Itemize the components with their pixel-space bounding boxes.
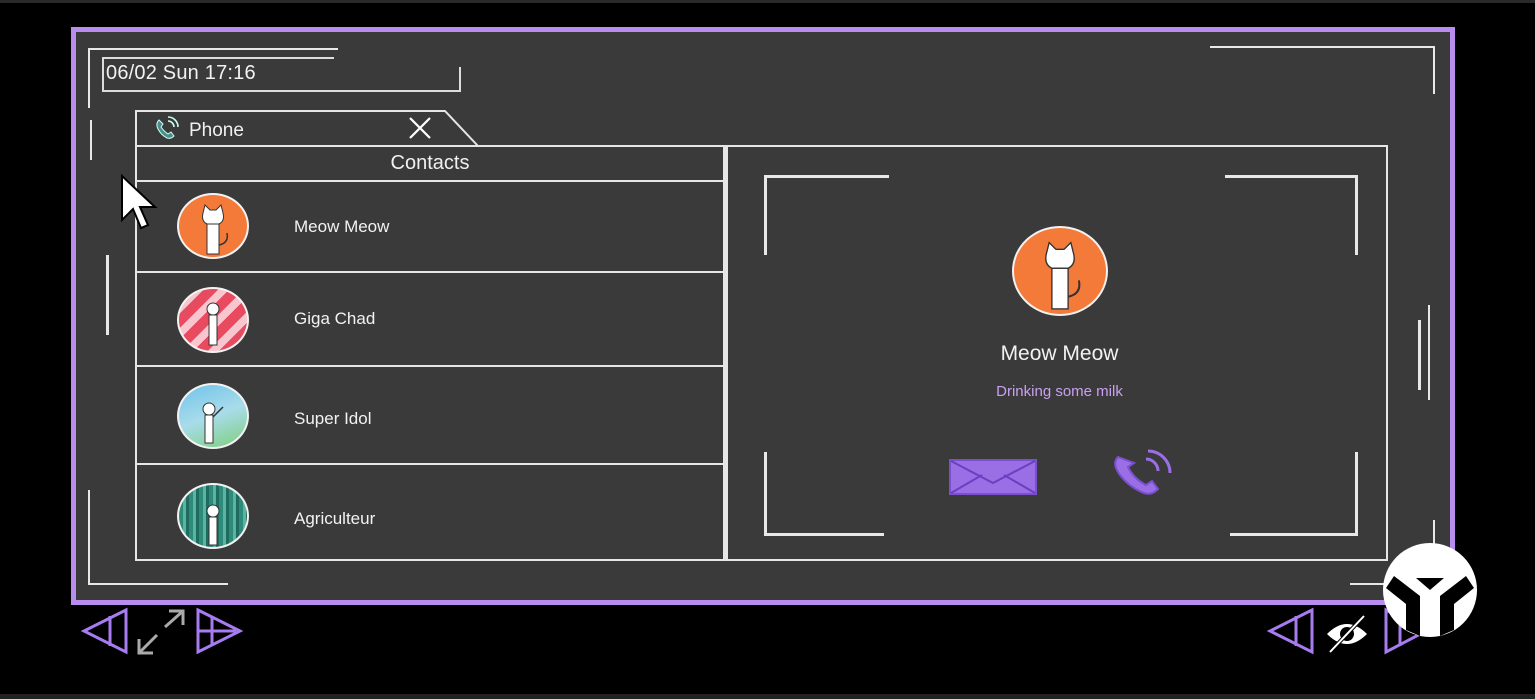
contact-name: Meow Meow <box>294 217 390 236</box>
frame-corner <box>764 175 767 255</box>
contact-item-agriculteur[interactable]: Agriculteur <box>137 465 723 561</box>
cat-avatar <box>177 193 249 259</box>
game-logo <box>1383 543 1477 637</box>
next-arrow-icon[interactable] <box>192 606 244 656</box>
contact-name: Agriculteur <box>294 509 376 528</box>
clock-frame <box>459 67 461 92</box>
frame-line <box>88 583 228 585</box>
mail-icon[interactable] <box>948 457 1038 497</box>
resize-icon[interactable] <box>135 607 187 657</box>
clock-frame <box>104 90 461 92</box>
mouse-cursor-icon <box>121 174 158 230</box>
contacts-header: Contacts <box>137 147 723 182</box>
contact-detail-panel: Meow Meow Drinking some milk <box>725 145 1388 561</box>
frame-line <box>1428 305 1430 400</box>
prev-arrow-icon[interactable] <box>80 606 130 656</box>
contacts-panel: Contacts Meow Meow Giga Chad Super Idol … <box>135 145 725 561</box>
bottom-edge <box>0 694 1535 699</box>
frame-corner <box>1230 533 1358 536</box>
clock-frame <box>102 57 104 92</box>
cat-avatar <box>1012 226 1108 316</box>
frame-line <box>88 490 90 585</box>
stripes-avatar <box>177 287 249 353</box>
clock-frame <box>104 57 334 59</box>
clock-datetime: 06/02 Sun 17:16 <box>106 62 256 84</box>
phone-icon <box>156 116 179 139</box>
frame-corner <box>764 533 884 536</box>
tab-label: Phone <box>189 120 244 141</box>
phone-icon[interactable] <box>1108 447 1178 499</box>
frame-corner <box>764 452 767 536</box>
contact-name: Giga Chad <box>294 309 376 328</box>
contact-item-super-idol[interactable]: Super Idol <box>137 367 723 465</box>
forest-avatar <box>177 483 249 549</box>
hide-eye-icon[interactable] <box>1324 614 1370 654</box>
frame-line <box>106 255 109 335</box>
frame-line <box>88 48 338 50</box>
tab-phone[interactable]: Phone <box>135 110 480 147</box>
frame-line <box>90 120 92 160</box>
prev-arrow-icon[interactable] <box>1266 606 1316 656</box>
contact-item-meow-meow[interactable]: Meow Meow <box>137 181 723 273</box>
contact-item-giga-chad[interactable]: Giga Chad <box>137 273 723 367</box>
frame-corner <box>1225 175 1355 178</box>
contact-name: Super Idol <box>294 409 372 428</box>
detail-contact-status: Drinking some milk <box>996 383 1123 400</box>
frame-line <box>1433 46 1435 94</box>
frame-line <box>1210 46 1435 48</box>
detail-contact-name: Meow Meow <box>1000 342 1119 365</box>
frame-corner <box>1355 175 1358 255</box>
close-icon[interactable] <box>407 115 433 141</box>
top-edge <box>0 0 1535 3</box>
frame-line <box>1418 320 1421 390</box>
sky-avatar <box>177 383 249 449</box>
frame-corner <box>1355 452 1358 536</box>
frame-line <box>88 48 90 108</box>
frame-corner <box>764 175 889 178</box>
